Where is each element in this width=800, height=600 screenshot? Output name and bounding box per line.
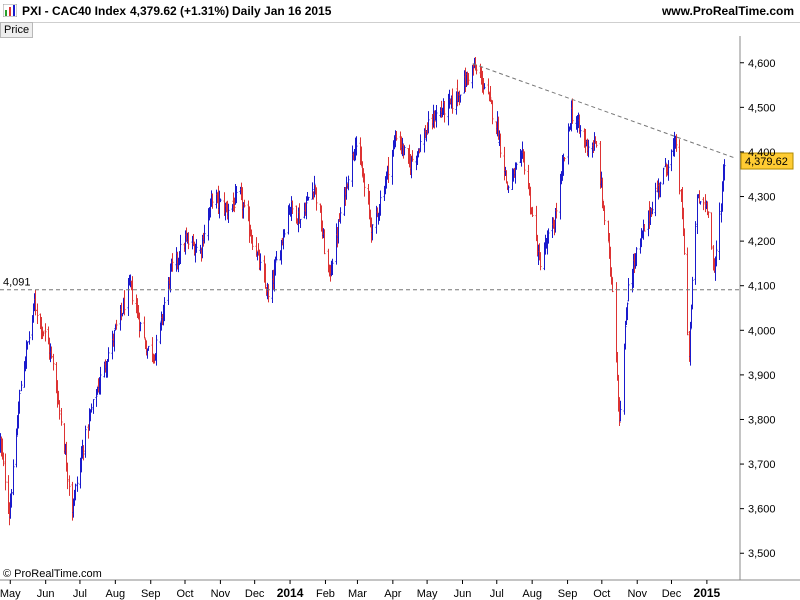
ohlc-bar <box>670 149 673 172</box>
ohlc-bar <box>686 247 689 336</box>
panel-label[interactable]: Price <box>0 22 34 38</box>
ohlc-bar <box>12 459 15 496</box>
ohlc-bar <box>623 343 626 415</box>
chart-period: Daily Jan 16 2015 <box>232 4 332 18</box>
ohlc-bar <box>20 380 23 392</box>
ohlc-bar <box>662 167 665 185</box>
x-tick-label: Oct <box>176 588 193 600</box>
x-tick-label: Nov <box>627 588 647 600</box>
price-axis: 3,500 3,600 3,700 3,800 3,900 4,000 4,100 4,200… <box>740 58 776 560</box>
ohlc-bar <box>90 403 93 413</box>
y-tick-label: 4,000 <box>748 325 776 337</box>
ohlc-bar <box>627 278 630 302</box>
x-tick-label: Apr <box>384 588 401 600</box>
ohlc-bar <box>487 78 490 95</box>
ohlc-bar <box>419 134 422 152</box>
x-tick-label: Jul <box>73 588 87 600</box>
y-tick-label: 4,400 <box>748 147 776 159</box>
ohlc-bar <box>28 331 31 345</box>
x-tick-label: 2015 <box>694 586 721 600</box>
y-tick-label: 4,500 <box>748 102 776 114</box>
chart-header: PXI - CAC40 Index 4,379.62 (+1.31%) Dail… <box>0 0 800 23</box>
y-tick-label: 3,900 <box>748 370 776 382</box>
ohlc-bar <box>44 323 47 342</box>
x-tick-label: Sep <box>558 588 578 600</box>
ohlc-bar <box>654 182 657 217</box>
y-tick-label: 4,300 <box>748 192 776 204</box>
instrument-symbol: PXI - CAC40 Index <box>22 4 127 18</box>
x-tick-label: Nov <box>211 588 231 600</box>
x-tick-label: Aug <box>106 588 126 600</box>
ohlc-bar <box>4 453 7 491</box>
y-tick-label: 3,600 <box>748 504 776 516</box>
x-tick-label: Dec <box>662 588 682 600</box>
y-tick-label: 4,600 <box>748 58 776 70</box>
ohlc-bar <box>696 194 699 234</box>
y-tick-label: 3,500 <box>748 548 776 560</box>
x-tick-label: Dec <box>245 588 265 600</box>
ohlc-bar <box>92 399 95 414</box>
ohlc-bar <box>84 425 87 458</box>
resistance-trendline <box>472 63 736 159</box>
y-tick-label: 3,700 <box>748 459 776 471</box>
x-tick-label: May <box>0 588 21 600</box>
ohlc-bar <box>694 221 697 285</box>
y-tick-label: 4,100 <box>748 281 776 293</box>
ohlc-bar <box>678 139 681 195</box>
ohlc-bar <box>155 334 158 366</box>
ohlc-bar <box>52 353 55 371</box>
ohlc-bar <box>60 408 63 426</box>
x-tick-label: 2014 <box>277 586 304 600</box>
ohlc-bar <box>76 476 79 492</box>
time-axis: May Jun Jul Aug Sep Oct Nov Dec 2014 Feb Mar Apr May… <box>0 580 721 600</box>
ohlc-bar <box>710 212 713 250</box>
ohlc-bar <box>66 462 69 490</box>
x-tick-label: Jun <box>37 588 55 600</box>
x-tick-label: May <box>417 588 438 600</box>
y-tick-label: 4,200 <box>748 236 776 248</box>
ohlc-bar <box>702 197 705 211</box>
x-tick-label: Aug <box>522 588 542 600</box>
ohlc-bar <box>615 282 618 363</box>
last-quote: 4,379.62 (+1.31%) <box>130 4 230 18</box>
x-tick-label: Feb <box>316 588 335 600</box>
y-tick-label: 3,800 <box>748 414 776 426</box>
watermark: © ProRealTime.com <box>3 568 102 580</box>
ohlc-bar <box>68 475 71 496</box>
x-tick-label: Mar <box>348 588 367 600</box>
x-tick-label: Sep <box>141 588 161 600</box>
ohlc-bar <box>691 276 694 310</box>
x-tick-label: Jun <box>454 588 472 600</box>
support-line-label: 4,091 <box>3 277 31 289</box>
x-tick-label: Jul <box>490 588 504 600</box>
ohlc-bar <box>351 145 354 187</box>
x-tick-label: Oct <box>593 588 610 600</box>
site-url[interactable]: www.ProRealTime.com <box>662 4 794 18</box>
bar-chart-icon <box>3 4 17 17</box>
ohlc-bar <box>718 202 721 260</box>
ohlc-bar <box>143 316 146 339</box>
ohlc-bar <box>131 276 134 305</box>
price-chart: 4,0914,379.62 3,5003,6003,7003,8003,9004… <box>0 36 800 600</box>
price-bars <box>0 57 726 526</box>
ohlc-bar <box>36 303 39 324</box>
